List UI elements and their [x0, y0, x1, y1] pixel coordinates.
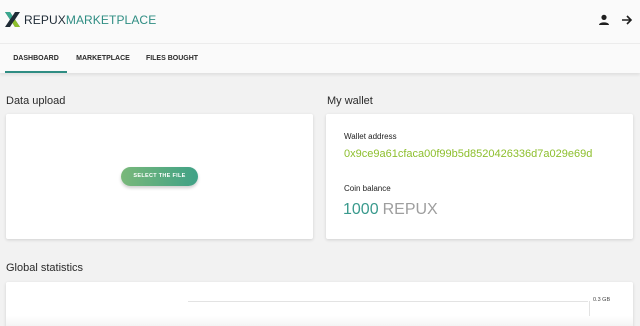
global-statistics-title: Global statistics [6, 262, 84, 274]
coin-balance-unit: REPUX [382, 201, 438, 218]
top-bar: REPUXMARKETPLACE [0, 0, 640, 44]
select-file-button[interactable]: SELECT THE FILE [121, 167, 198, 186]
data-upload-title: Data upload [6, 95, 66, 107]
brand-name[interactable]: REPUXMARKETPLACE [24, 13, 156, 27]
brand-part-repux: REPUX [24, 13, 66, 27]
brand-part-marketplace: MARKETPLACE [65, 13, 157, 27]
tab-dashboard[interactable]: DASHBOARD [5, 44, 67, 73]
wallet-address-label: Wallet address [344, 132, 397, 141]
coin-balance-amount: 1000 [343, 201, 379, 218]
tab-files-bought[interactable]: FILES BOUGHT [143, 44, 201, 73]
coin-balance-label: Coin balance [344, 184, 391, 193]
user-icon[interactable] [598, 14, 610, 26]
chart-area-fade [6, 316, 633, 326]
wallet-address: 0x9ce9a61cfaca00f99b5d8520426336d7a029e6… [344, 148, 593, 160]
tab-bar: DASHBOARD MARKETPLACE FILES BOUGHT [0, 44, 640, 73]
tab-marketplace[interactable]: MARKETPLACE [74, 44, 132, 73]
logo-icon [5, 12, 20, 27]
logout-arrow-icon[interactable] [621, 14, 633, 26]
chart-gridline [188, 301, 588, 302]
wallet-title: My wallet [327, 95, 373, 107]
coin-balance: 1000 REPUX [343, 201, 438, 219]
chart-axis-tick-label: 0.3 GB [593, 297, 611, 303]
